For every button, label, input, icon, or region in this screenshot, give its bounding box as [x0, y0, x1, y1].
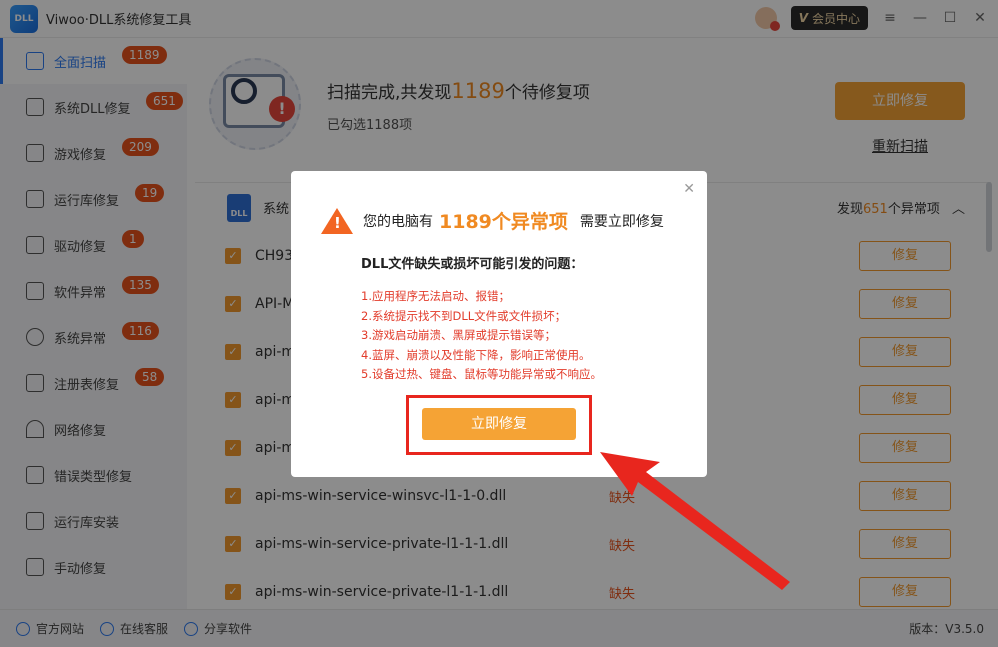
dialog-subtitle: DLL文件缺失或损坏可能引发的问题： — [361, 257, 584, 272]
issue-list: 1.应用程序无法启动、报错； 2.系统提示找不到DLL文件或文件损坏； 3.游戏… — [361, 287, 602, 385]
dialog-heading-prefix: 您的电脑有 — [363, 213, 433, 230]
dialog-heading: ! 您的电脑有 1189个异常项 需要立即修复 — [321, 207, 664, 234]
dialog-heading-suffix: 需要立即修复 — [579, 213, 664, 230]
list-item: 5.设备过热、键盘、鼠标等功能异常或不响应。 — [361, 367, 602, 381]
list-item: 3.游戏启动崩溃、黑屏或提示错误等； — [361, 328, 556, 342]
highlight-box — [406, 395, 592, 455]
list-item: 2.系统提示找不到DLL文件或文件损坏； — [361, 308, 567, 323]
list-item: 1.应用程序无法启动、报错； — [361, 289, 510, 303]
dialog-issue-count: 1189个异常项 — [439, 211, 568, 233]
warning-icon: ! — [321, 207, 353, 234]
close-icon[interactable]: ✕ — [683, 181, 695, 197]
list-item: 4.蓝屏、崩溃以及性能下降，影响正常使用。 — [361, 347, 591, 362]
